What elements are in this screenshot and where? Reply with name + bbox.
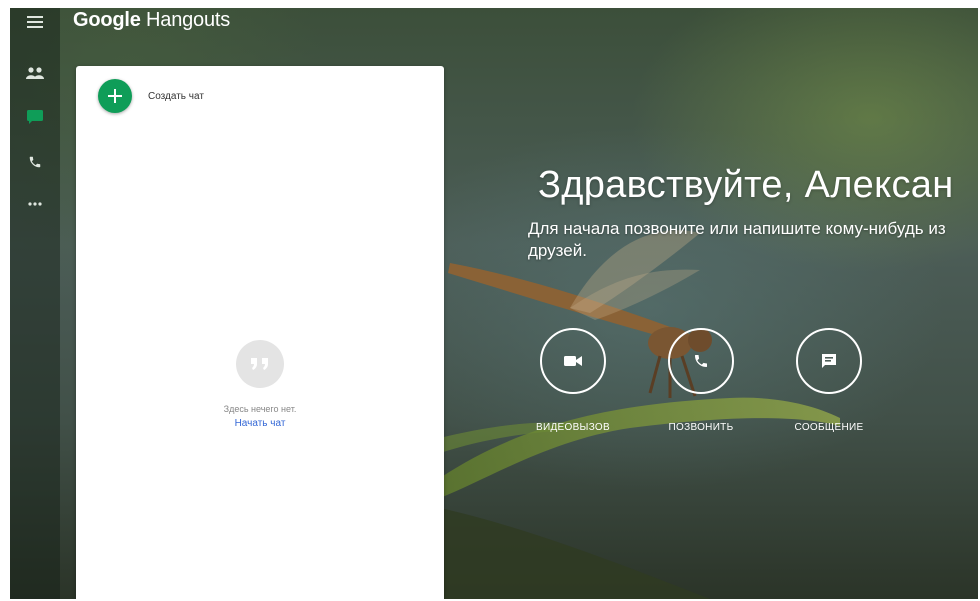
rail-phone-button[interactable]	[23, 150, 47, 174]
start-chat-link[interactable]: Начать чат	[76, 418, 444, 429]
phone-icon	[29, 156, 41, 168]
rail-more-button[interactable]	[23, 192, 47, 216]
phone-icon	[695, 355, 707, 367]
chat-icon	[27, 110, 43, 124]
menu-button[interactable]	[23, 10, 47, 34]
rail-chat-button[interactable]	[23, 105, 47, 129]
video-call-label: ВИДЕОВЫЗОВ	[536, 422, 610, 433]
message-action[interactable]: СООБЩЕНИЕ	[774, 328, 884, 433]
rail-contacts-button[interactable]	[23, 61, 47, 85]
video-call-action[interactable]: ВИДЕОВЫЗОВ	[518, 328, 628, 433]
brand-logo: Google	[73, 9, 141, 31]
empty-state: Здесь нечего нет. Начать чат	[76, 338, 444, 429]
new-chat-button[interactable]: Создать чат	[98, 79, 204, 113]
video-icon	[564, 356, 582, 366]
app-title: Google Hangouts	[73, 8, 230, 32]
new-chat-label: Создать чат	[148, 90, 204, 102]
message-icon	[822, 354, 836, 368]
hangouts-window: Google Hangouts Создать чат Здесь нечего…	[10, 8, 978, 599]
product-name: Hangouts	[146, 9, 231, 31]
menu-icon	[27, 16, 43, 28]
message-button[interactable]	[796, 328, 862, 394]
more-icon	[28, 202, 42, 206]
new-chat-fab[interactable]	[98, 79, 132, 113]
greeting-subtitle: Для начала позвоните или напишите кому-н…	[528, 219, 946, 260]
voice-call-action[interactable]: ПОЗВОНИТЬ	[646, 328, 756, 433]
plus-icon	[108, 89, 122, 103]
greeting-title: Здравствуйте, Алексан	[538, 164, 954, 206]
empty-hint: Здесь нечего нет.	[223, 404, 297, 414]
contacts-icon	[26, 67, 44, 79]
voice-call-label: ПОЗВОНИТЬ	[668, 422, 734, 433]
chat-list-panel: Создать чат Здесь нечего нет. Начать чат	[76, 66, 444, 599]
message-label: СООБЩЕНИЕ	[794, 422, 864, 433]
left-rail	[10, 8, 60, 599]
voice-call-button[interactable]	[668, 328, 734, 394]
video-call-button[interactable]	[540, 328, 606, 394]
hangouts-bubble-icon	[236, 340, 284, 388]
